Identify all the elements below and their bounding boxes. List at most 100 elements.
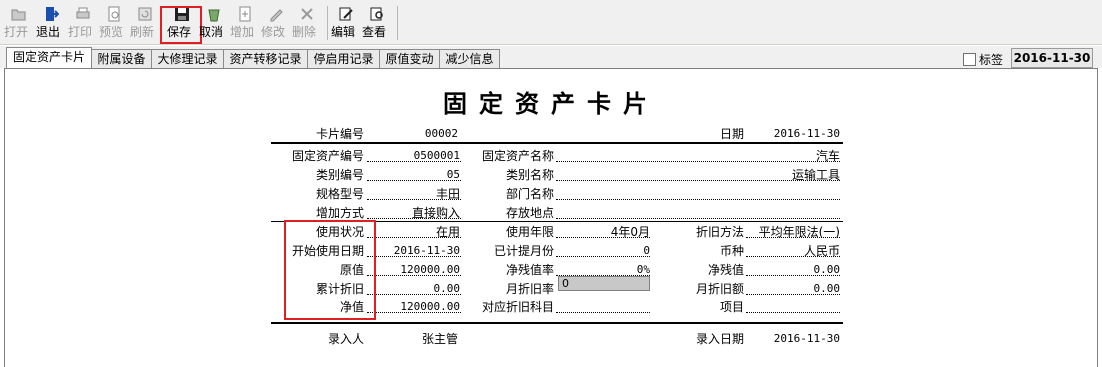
print-label: 打印 [68,25,93,39]
cancel-label: 取消 [199,25,224,39]
useful-life-label: 使用年限 [505,225,554,239]
department-label: 部门名称 [505,187,554,201]
tab-accessories[interactable]: 附属设备 [91,49,152,68]
field-underline [746,256,840,257]
monthly-rate-value[interactable]: 0 [558,276,650,291]
tab-bar: 固定资产卡片 附属设备 大修理记录 资产转移记录 停启用记录 原值变动 减少信息… [0,46,1102,69]
bookmark-checkbox[interactable]: 标签 [963,51,1003,68]
tab-overhaul[interactable]: 大修理记录 [151,49,224,68]
card-no-label: 卡片编号 [315,127,364,141]
open-label: 打开 [4,25,29,39]
folder-open-icon [11,9,26,21]
print-button[interactable]: 打印 [68,6,98,42]
tab-start-stop[interactable]: 停启用记录 [307,49,380,68]
date-value: 2016-11-30 [773,127,840,140]
field-underline [367,256,461,257]
tab-reduction[interactable]: 减少信息 [439,49,500,68]
refresh-button[interactable]: 刷新 [130,6,160,42]
cancel-bucket-icon [208,9,220,22]
project-label: 项目 [719,300,744,314]
model-label: 规格型号 [315,187,364,201]
tab-transfer[interactable]: 资产转移记录 [223,49,308,68]
field-underline [556,237,650,238]
delete-x-icon [301,8,313,20]
field-underline [556,312,650,313]
refresh-icon [138,7,152,21]
depreciation-account-label: 对应折旧科目 [481,300,554,314]
checkbox-icon [963,53,976,66]
monthly-depreciation-label: 月折旧额 [695,282,744,296]
add-button[interactable]: 增加 [230,6,260,42]
field-underline [367,161,461,162]
edit-label: 编辑 [331,25,356,39]
preview-label: 预览 [99,25,124,39]
monthly-rate-label: 月折旧率 [505,282,554,296]
field-underline [556,218,840,219]
toolbar: 打开 退出 打印 预览 刷新 保存 取消 增加 修改 删除 编辑 查看 [0,0,1102,45]
field-underline [367,294,461,295]
field-underline [367,237,461,238]
save-highlight-box [160,6,202,44]
entered-by-value: 张主管 [421,332,458,346]
entry-date-label: 录入日期 [695,332,744,346]
divider-line [271,142,843,144]
bookmark-label: 标签 [979,53,1004,67]
delete-label: 删除 [292,25,317,39]
field-underline [556,180,840,181]
category-no-label: 类别编号 [315,168,364,182]
add-label: 增加 [230,25,255,39]
exit-label: 退出 [36,25,61,39]
field-underline [367,180,461,181]
tab-asset-card[interactable]: 固定资产卡片 [6,47,92,69]
edit-icon [339,7,353,21]
field-underline [746,275,840,276]
add-method-label: 增加方式 [315,206,364,220]
exit-door-icon [46,7,59,21]
entered-by-label: 录入人 [327,332,364,346]
status-fields-highlight-box [284,220,376,320]
card-no-value: 00002 [424,127,458,140]
pencil-icon [270,9,283,22]
toolbar-separator [327,6,328,40]
field-underline [556,161,840,162]
modify-label: 修改 [261,25,286,39]
asset-name-label: 固定资产名称 [481,149,554,163]
card-title: 固定资产卡片 [443,89,659,118]
tab-value-change[interactable]: 原值变动 [379,49,440,68]
field-underline [746,312,840,313]
view-label: 查看 [362,25,387,39]
field-underline [367,199,461,200]
header-date-field[interactable]: 2016-11-30 [1011,48,1093,68]
toolbar-separator [397,6,398,40]
field-underline [367,218,461,219]
cancel-button[interactable]: 取消 [199,6,229,42]
divider-line [271,322,843,324]
field-underline [367,275,461,276]
field-underline [367,312,461,313]
asset-no-label: 固定资产编号 [291,149,364,163]
open-button[interactable]: 打开 [4,6,34,42]
preview-icon [108,6,120,22]
salvage-rate-label: 净残值率 [505,263,554,277]
field-underline [556,199,840,200]
field-underline [746,294,840,295]
view-icon [370,7,383,21]
field-underline [556,256,650,257]
category-name-label: 类别名称 [505,168,554,182]
preview-button[interactable]: 预览 [99,6,129,42]
printer-icon [76,7,90,19]
edit-button[interactable]: 编辑 [331,6,361,42]
depreciation-method-label: 折旧方法 [695,225,744,239]
exit-button[interactable]: 退出 [36,6,66,42]
view-button[interactable]: 查看 [362,6,392,42]
refresh-label: 刷新 [130,25,155,39]
months-depreciated-label: 已计提月份 [493,244,554,258]
entry-date-value: 2016-11-30 [773,332,840,345]
modify-button[interactable]: 修改 [261,6,291,42]
add-icon [239,6,251,22]
field-underline [746,237,840,238]
location-label: 存放地点 [505,206,554,220]
date-label: 日期 [719,127,744,141]
salvage-value-label: 净残值 [707,263,744,277]
delete-button[interactable]: 删除 [292,6,322,42]
